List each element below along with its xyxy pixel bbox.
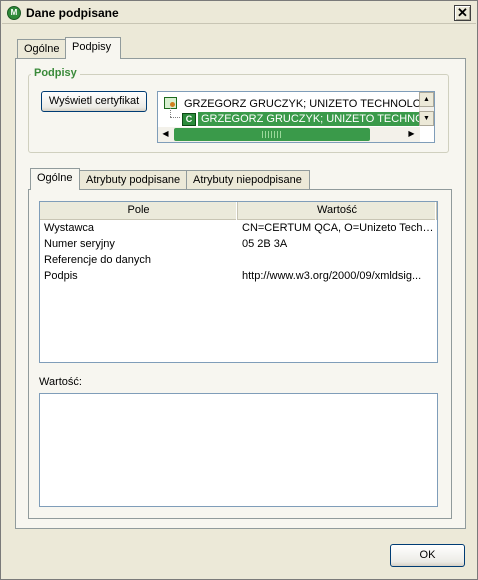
close-button[interactable]: ✕ [454,5,471,21]
column-field[interactable]: Pole [40,202,238,220]
tree-item-certificate-label: GRZEGORZ GRUCZYK; UNIZETO TECHNOLOG [198,112,434,126]
table-row[interactable]: Podpis http://www.w3.org/2000/09/xmldsig… [40,268,437,284]
tab-signatures[interactable]: Podpisy [65,37,121,59]
signature-tree[interactable]: GRZEGORZ GRUCZYK; UNIZETO TECHNOLOGIES C… [157,91,435,143]
table-row[interactable]: Wystawca CN=CERTUM QCA, O=Unizeto Techn.… [40,220,437,236]
close-icon: ✕ [457,5,468,20]
value-label: Wartość: [39,376,82,388]
scroll-down-icon[interactable]: ▼ [419,111,434,126]
tab-signed-attributes[interactable]: Atrybuty podpisane [79,170,187,190]
cell-value: 05 2B 3A [242,238,288,250]
dialog-window: M Dane podpisane ✕ Ogólne Podpisy Podpis… [0,0,478,580]
column-value[interactable]: Wartość [238,202,437,220]
properties-table[interactable]: Pole Wartość Wystawca CN=CERTUM QCA, O=U… [39,201,438,363]
cell-field: Numer seryjny [44,238,115,250]
c-icon: C [182,113,196,126]
tab-signatures-label: Podpisy [72,41,112,53]
tab-unsigned-attributes-label: Atrybuty niepodpisane [193,174,302,186]
scroll-right-icon[interactable]: ▶ [404,127,419,142]
ok-button[interactable]: OK [390,544,465,567]
tab-general-label: Ogólne [24,43,60,55]
scroll-left-icon[interactable]: ◀ [158,127,173,142]
cell-value: http://www.w3.org/2000/09/xmldsig... [242,270,422,282]
tab-inner-general-label: Ogólne [37,172,73,184]
value-textbox[interactable] [39,393,438,507]
table-row[interactable]: Referencje do danych [40,252,437,268]
table-header: Pole Wartość [40,202,437,220]
tree-vertical-scrollbar[interactable]: ▲ ▼ [419,92,434,126]
signatures-group-label: Podpisy [31,67,80,79]
cell-field: Podpis [44,270,78,282]
scroll-thumb[interactable] [174,128,370,141]
tab-inner-general[interactable]: Ogólne [30,168,80,190]
cell-field: Referencje do danych [44,254,152,266]
cell-value [242,252,434,268]
tab-unsigned-attributes[interactable]: Atrybuty niepodpisane [186,170,310,190]
cell-field: Wystawca [44,222,95,234]
cell-value: CN=CERTUM QCA, O=Unizeto Techn... [242,222,434,234]
app-icon: M [7,6,21,20]
tree-item-signer-label: GRZEGORZ GRUCZYK; UNIZETO TECHNOLOGIES [184,98,435,110]
show-certificate-button[interactable]: Wyświetl certyfikat [41,91,147,112]
tab-signed-attributes-label: Atrybuty podpisane [86,174,181,186]
tree-item-signer[interactable]: GRZEGORZ GRUCZYK; UNIZETO TECHNOLOGIES [158,96,434,112]
scroll-grip-icon [262,131,282,138]
scroll-up-icon[interactable]: ▲ [419,92,434,107]
tree-horizontal-scrollbar[interactable]: ◀ ▶ [158,127,420,142]
window-title: Dane podpisane [26,6,119,20]
tree-item-certificate[interactable]: C GRZEGORZ GRUCZYK; UNIZETO TECHNOLOG [158,112,434,128]
table-row[interactable]: Numer seryjny 05 2B 3A [40,236,437,252]
title-bar[interactable]: M Dane podpisane ✕ [2,2,476,24]
tab-general[interactable]: Ogólne [17,39,67,59]
